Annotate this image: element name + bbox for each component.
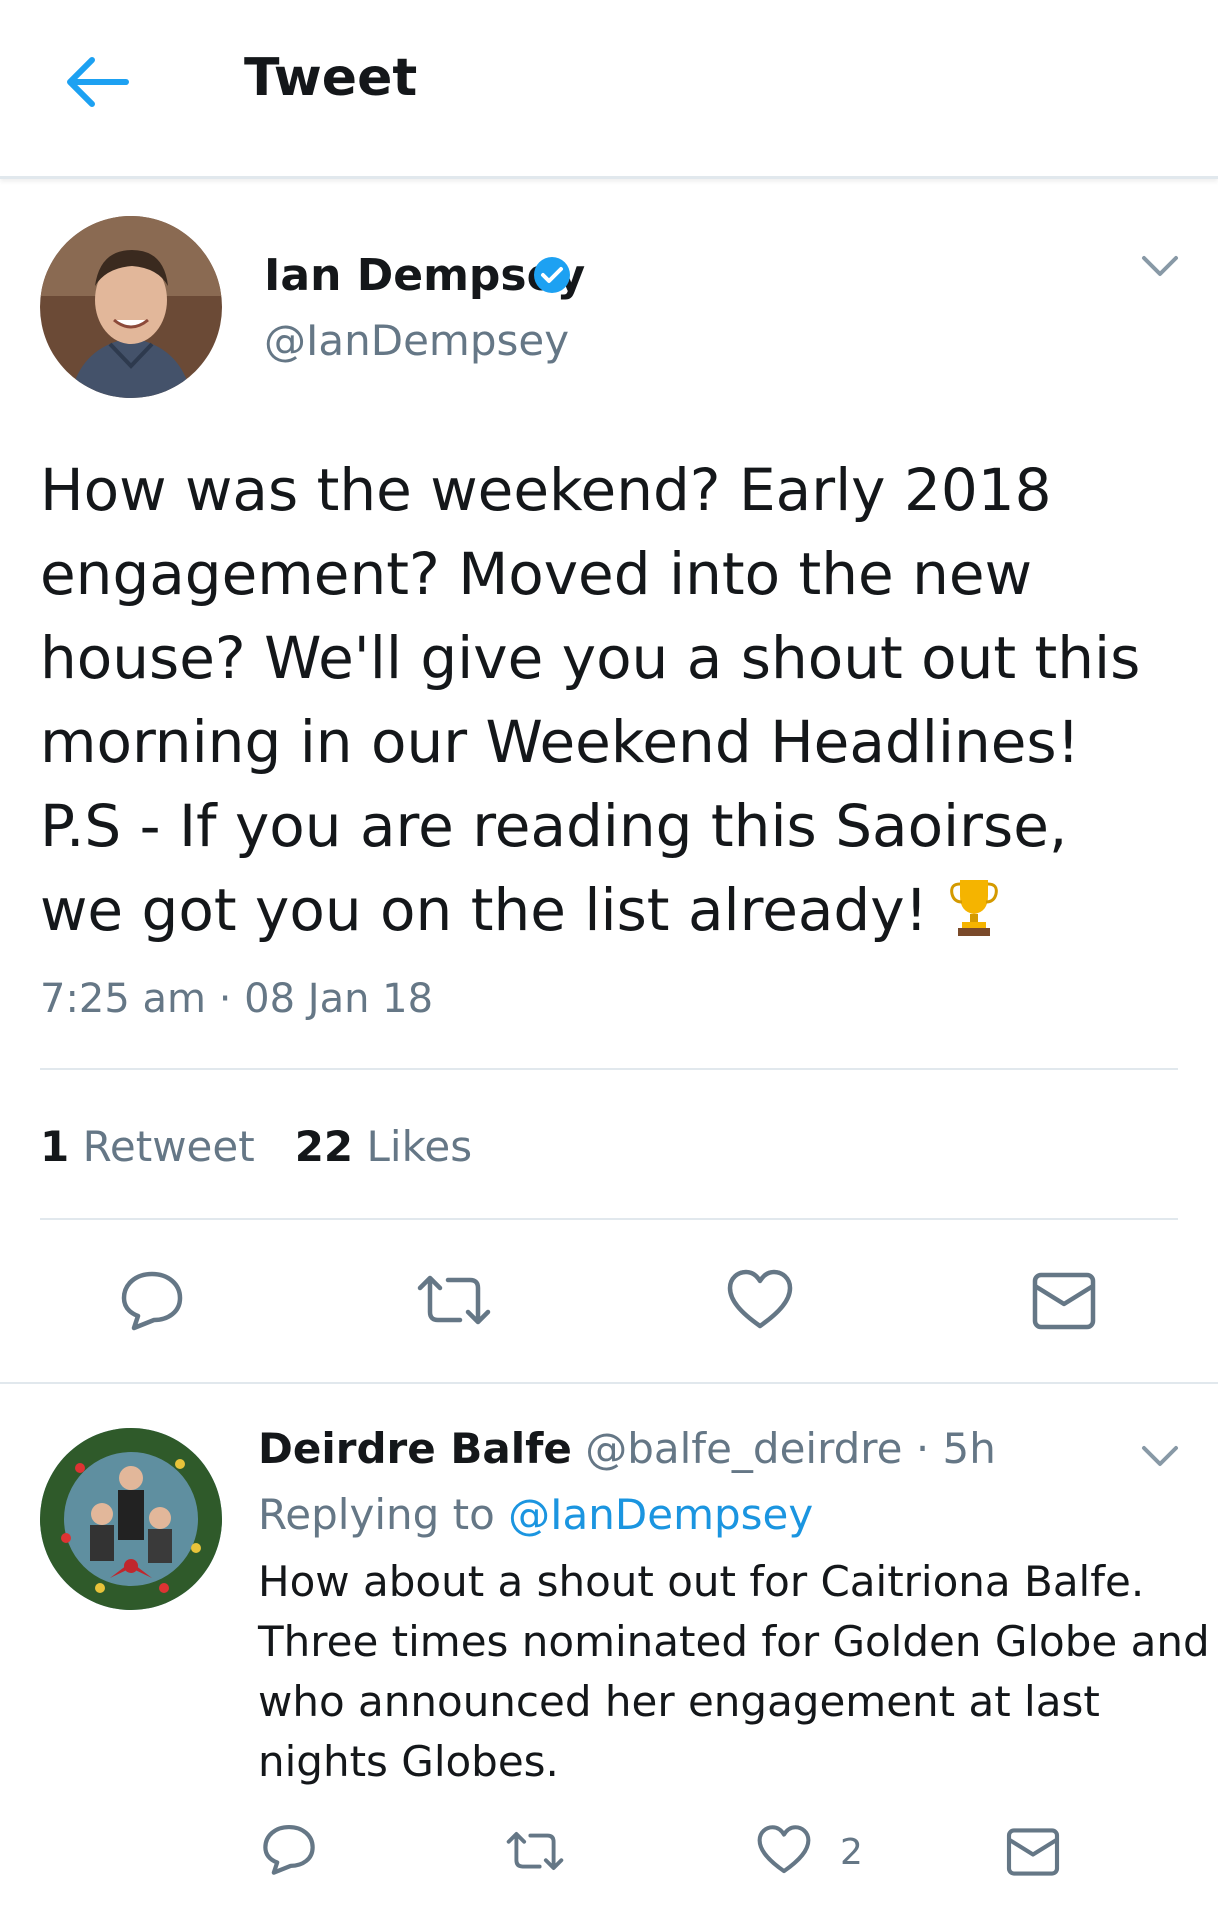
- retweet-label: Retweet: [82, 1122, 255, 1171]
- reply-text-line: nights Globes.: [258, 1737, 559, 1786]
- chevron-down-icon[interactable]: [1140, 1444, 1180, 1470]
- reply-header: Deirdre Balfe @balfe_deirdre · 5h: [258, 1424, 996, 1473]
- tweet-text-line: morning in our Weekend Headlines!: [40, 708, 1080, 776]
- tweet-stats: 1 Retweet 22 Likes: [40, 1122, 472, 1171]
- replying-to: Replying to @IanDempsey: [258, 1490, 813, 1539]
- reply-like-button[interactable]: [756, 1824, 812, 1876]
- replying-to-handle[interactable]: @IanDempsey: [508, 1490, 813, 1539]
- tweet-timestamp[interactable]: 7:25 am · 08 Jan 18: [40, 976, 433, 1022]
- page-title: Tweet: [244, 48, 418, 108]
- like-button[interactable]: [726, 1268, 794, 1332]
- top-bar: Tweet: [0, 0, 1218, 179]
- heart-icon: [757, 1825, 811, 1874]
- reply-text-line: Three times nominated for Golden Globe a…: [258, 1617, 1210, 1666]
- reply-dot-separator: ·: [915, 1424, 930, 1473]
- reply-retweet-button[interactable]: [504, 1826, 566, 1876]
- back-button[interactable]: [58, 52, 138, 112]
- reply-button[interactable]: [120, 1268, 184, 1332]
- tweet-text-line-content: we got you on the list already!: [40, 876, 928, 944]
- mail-icon: [1006, 1828, 1060, 1876]
- mail-icon: [1032, 1272, 1096, 1330]
- reply-reply-button[interactable]: [262, 1822, 316, 1876]
- author-avatar[interactable]: [40, 216, 222, 398]
- divider: [40, 1068, 1178, 1070]
- tweet-text-line-last: we got you on the list already!: [40, 868, 1190, 952]
- reply-time[interactable]: 5h: [943, 1424, 996, 1473]
- tweet-text-line: P.S - If you are reading this Saoirse,: [40, 792, 1068, 860]
- replying-to-label: Replying to: [258, 1490, 495, 1539]
- reply-author-handle[interactable]: @balfe_deirdre: [585, 1424, 902, 1473]
- retweet-button[interactable]: [414, 1268, 494, 1332]
- heart-icon: [727, 1269, 793, 1329]
- likes-stat[interactable]: 22 Likes: [295, 1122, 472, 1171]
- reply-like-count: 2: [840, 1832, 863, 1873]
- reply-icon: [121, 1271, 183, 1331]
- tweet-text-line: engagement? Moved into the new: [40, 540, 1033, 608]
- reply-icon: [263, 1824, 315, 1875]
- tweet-text-line: How was the weekend? Early 2018: [40, 456, 1052, 524]
- author-handle[interactable]: @IanDempsey: [264, 316, 569, 365]
- tweet-text: How was the weekend? Early 2018 engageme…: [40, 448, 1190, 952]
- likes-label: Likes: [366, 1122, 473, 1171]
- reply-text: How about a shout out for Caitriona Balf…: [258, 1552, 1210, 1792]
- share-button[interactable]: [1032, 1272, 1096, 1330]
- reply-text-line: who announced her engagement at last: [258, 1677, 1100, 1726]
- retweet-icon: [417, 1275, 491, 1325]
- retweet-count: 1: [40, 1122, 70, 1171]
- retweet-stat[interactable]: 1 Retweet: [40, 1122, 255, 1171]
- reply-share-button[interactable]: [1006, 1828, 1060, 1876]
- tweet-text-line: house? We'll give you a shout out this: [40, 624, 1141, 692]
- verified-badge-icon: [534, 257, 570, 293]
- trophy-icon: [950, 880, 998, 936]
- section-separator: [0, 1382, 1218, 1384]
- like-count: 22: [294, 1122, 354, 1171]
- reply-author-name[interactable]: Deirdre Balfe: [258, 1424, 572, 1473]
- back-arrow-icon: [67, 57, 129, 107]
- chevron-down-icon[interactable]: [1140, 254, 1180, 280]
- reply-author-avatar[interactable]: [40, 1428, 222, 1610]
- reply-text-line: How about a shout out for Caitriona Balf…: [258, 1557, 1145, 1606]
- divider: [40, 1218, 1178, 1220]
- retweet-icon: [506, 1832, 564, 1870]
